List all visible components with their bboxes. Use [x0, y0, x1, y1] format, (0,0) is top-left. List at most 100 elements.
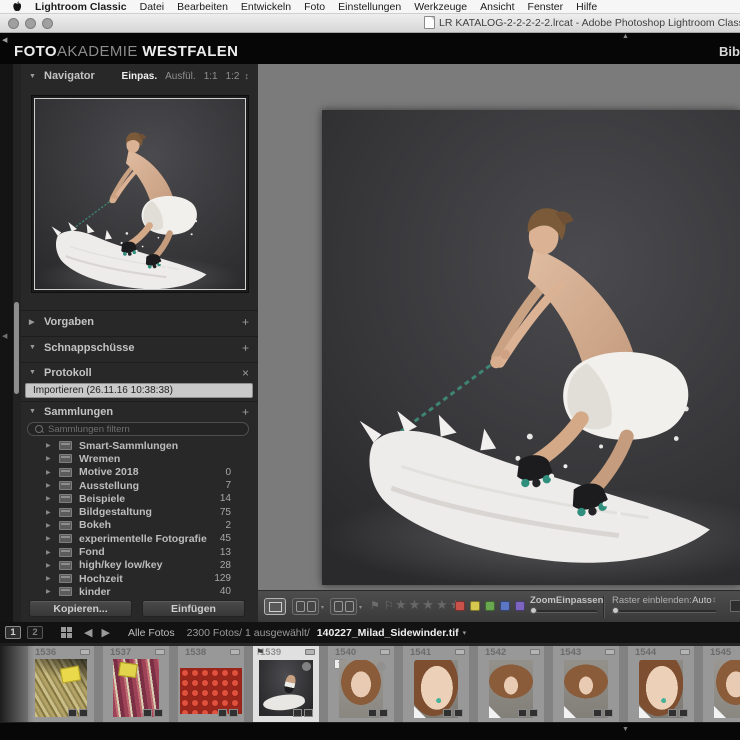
collection-row[interactable]: ▶ kinder 40 — [21, 585, 258, 596]
expand-triangle-icon[interactable]: ▶ — [46, 482, 59, 489]
collection-row[interactable]: ▶ Bokeh 2 — [21, 519, 258, 532]
add-snapshot-button[interactable]: + — [242, 341, 249, 355]
filmstrip-scroll-left-icon[interactable]: ◀ — [2, 36, 7, 44]
menu-item[interactable]: Fenster — [528, 1, 564, 13]
grid-view-icon[interactable] — [61, 627, 72, 638]
filmstrip-source-dropdown-icon[interactable]: ▾ — [463, 629, 467, 637]
clear-history-button[interactable]: × — [242, 366, 249, 380]
scrollbar-thumb[interactable] — [14, 302, 19, 394]
zoom-fit-option[interactable]: Einpas. — [122, 71, 158, 82]
filmstrip-thumbnail[interactable]: 1541 ⚑ — [403, 646, 469, 722]
color-label-swatch[interactable] — [470, 601, 480, 611]
star-rating-control[interactable]: ★★★★★ — [395, 597, 463, 613]
expand-triangle-icon[interactable]: ▶ — [46, 535, 59, 542]
main-photo[interactable] — [322, 110, 740, 585]
thumbnail-photo[interactable] — [714, 660, 740, 718]
filmstrip-thumbnail[interactable]: 1539 ⚑ — [253, 646, 319, 722]
menu-item[interactable]: Datei — [140, 1, 165, 13]
triangle-down-icon[interactable]: ▼ — [29, 344, 37, 351]
color-label-swatch[interactable] — [485, 601, 495, 611]
compare-view-button[interactable] — [292, 598, 319, 615]
paste-settings-button[interactable]: Einfügen — [142, 600, 245, 617]
collection-row[interactable]: ▶ Hochzeit 129 — [21, 572, 258, 585]
zoom-1to1-option[interactable]: 1:1 — [204, 71, 218, 82]
menu-item[interactable]: Foto — [304, 1, 325, 13]
expand-triangle-icon[interactable]: ▶ — [46, 509, 59, 516]
color-label-swatch[interactable] — [515, 601, 525, 611]
loupe-view-button[interactable] — [264, 598, 286, 615]
triangle-down-icon[interactable]: ▼ — [29, 369, 37, 376]
flag-pick-reject-icons[interactable]: ⚑⚐ — [370, 599, 398, 612]
grid-size-slider[interactable] — [612, 610, 716, 613]
expand-triangle-icon[interactable]: ▶ — [46, 588, 59, 595]
filmstrip-thumbnail[interactable]: 1542 ⚑ — [478, 646, 544, 722]
collection-row[interactable]: ▶ Beispiele 14 — [21, 492, 258, 505]
schnappschuesse-panel-header[interactable]: ▼ Schnappschüsse + — [21, 336, 258, 358]
history-entry-selected[interactable]: Importieren (26.11.16 10:38:38) — [25, 383, 253, 398]
menu-item[interactable]: Werkzeuge — [414, 1, 467, 13]
filmstrip-thumbnail[interactable]: 1537 ⚑ — [103, 646, 169, 722]
expand-triangle-icon[interactable]: ▶ — [46, 522, 59, 529]
fit-label[interactable]: Einpassen — [556, 595, 604, 606]
expand-triangle-icon[interactable]: ▶ — [46, 575, 59, 582]
close-window-button[interactable] — [8, 18, 19, 29]
left-panel-collapse-icon[interactable]: ◀ — [2, 332, 7, 340]
sammlungen-panel-header[interactable]: ▼ Sammlungen + — [21, 401, 258, 421]
navigator-panel-header[interactable]: ▼ Navigator Einpas. Ausfül. 1:1 1:2 ↕ — [21, 64, 258, 88]
filmstrip-collapse-icon[interactable]: ▼ — [622, 726, 629, 733]
menu-item[interactable]: Einstellungen — [338, 1, 401, 13]
ratio-stepper-icon[interactable]: ↕ — [245, 71, 250, 81]
next-photo-icon[interactable]: ▶ — [101, 626, 109, 639]
collection-row[interactable]: ▶ Wremen — [21, 452, 258, 465]
module-picker-bibliothek[interactable]: Bib — [719, 44, 740, 59]
collection-row[interactable]: ▶ Motive 2018 0 — [21, 466, 258, 479]
apple-menu-icon[interactable] — [12, 1, 22, 12]
previous-photo-icon[interactable]: ◀ — [84, 626, 92, 639]
triangle-down-icon[interactable]: ▼ — [29, 408, 37, 415]
filmstrip-thumbnail[interactable]: 1545 ⚑ — [703, 646, 740, 722]
collection-row[interactable]: ▶ experimentelle Fotografie 45 — [21, 532, 258, 545]
collection-row[interactable]: ▶ Fond 13 — [21, 545, 258, 558]
protokoll-panel-header[interactable]: ▼ Protokoll × — [21, 362, 258, 382]
zoom-slider[interactable] — [530, 610, 597, 613]
filmstrip-thumbnail[interactable]: 1536 ⚑ — [28, 646, 94, 722]
collection-row[interactable]: ▶ Smart-Sammlungen — [21, 439, 258, 452]
menu-item[interactable]: Entwickeln — [241, 1, 291, 13]
collection-row[interactable]: ▶ Bildgestaltung 75 — [21, 505, 258, 518]
zoom-window-button[interactable] — [42, 18, 53, 29]
collection-row[interactable]: ▶ high/key low/key 28 — [21, 559, 258, 572]
main-window-button[interactable]: 1 — [5, 626, 21, 639]
expand-triangle-icon[interactable]: ▶ — [46, 562, 59, 569]
compare-dropdown-icon[interactable]: ▾ — [321, 604, 324, 611]
zoom-ratio-option[interactable]: 1:2 — [226, 71, 240, 82]
color-label-swatch[interactable] — [455, 601, 465, 611]
triangle-right-icon[interactable]: ▶ — [29, 318, 37, 326]
minimize-window-button[interactable] — [25, 18, 36, 29]
collection-row[interactable]: ▶ Ausstellung 7 — [21, 479, 258, 492]
vorgaben-panel-header[interactable]: ▶ Vorgaben + — [21, 310, 258, 332]
expand-triangle-icon[interactable]: ▶ — [46, 469, 59, 476]
info-overlay-toggle-icon[interactable] — [730, 600, 740, 612]
color-label-swatch[interactable] — [500, 601, 510, 611]
menu-item[interactable]: Hilfe — [576, 1, 597, 13]
navigator-preview[interactable] — [31, 95, 249, 293]
filmstrip-thumbnail[interactable]: 1538 ⚑ — [178, 646, 244, 722]
second-window-button[interactable]: 2 — [27, 626, 43, 639]
selected-filename[interactable]: 140227_Milad_Sidewinder.tif — [317, 627, 459, 639]
expand-triangle-icon[interactable]: ▶ — [46, 455, 59, 462]
menu-app-name[interactable]: Lightroom Classic — [35, 1, 127, 13]
expand-triangle-icon[interactable]: ▶ — [46, 549, 59, 556]
grid-mode-stepper-icon[interactable]: ↕ — [712, 595, 716, 606]
add-preset-button[interactable]: + — [242, 315, 249, 329]
expand-triangle-icon[interactable]: ▶ — [46, 442, 59, 449]
survey-view-button[interactable] — [330, 598, 357, 615]
filmstrip-thumbnail[interactable]: 1544 ⚑ — [628, 646, 694, 722]
zoom-slider-knob[interactable] — [530, 607, 537, 614]
left-panel-scrollbar[interactable] — [13, 64, 21, 622]
thumbnail-photo[interactable] — [180, 668, 242, 714]
source-indicator[interactable]: Alle Fotos — [128, 627, 175, 639]
survey-dropdown-icon[interactable]: ▾ — [359, 604, 362, 611]
navigator-preview-image[interactable] — [35, 99, 245, 289]
filmstrip-thumbnail[interactable]: 1543 ⚑ — [553, 646, 619, 722]
zoom-fill-option[interactable]: Ausfül. — [165, 71, 196, 82]
